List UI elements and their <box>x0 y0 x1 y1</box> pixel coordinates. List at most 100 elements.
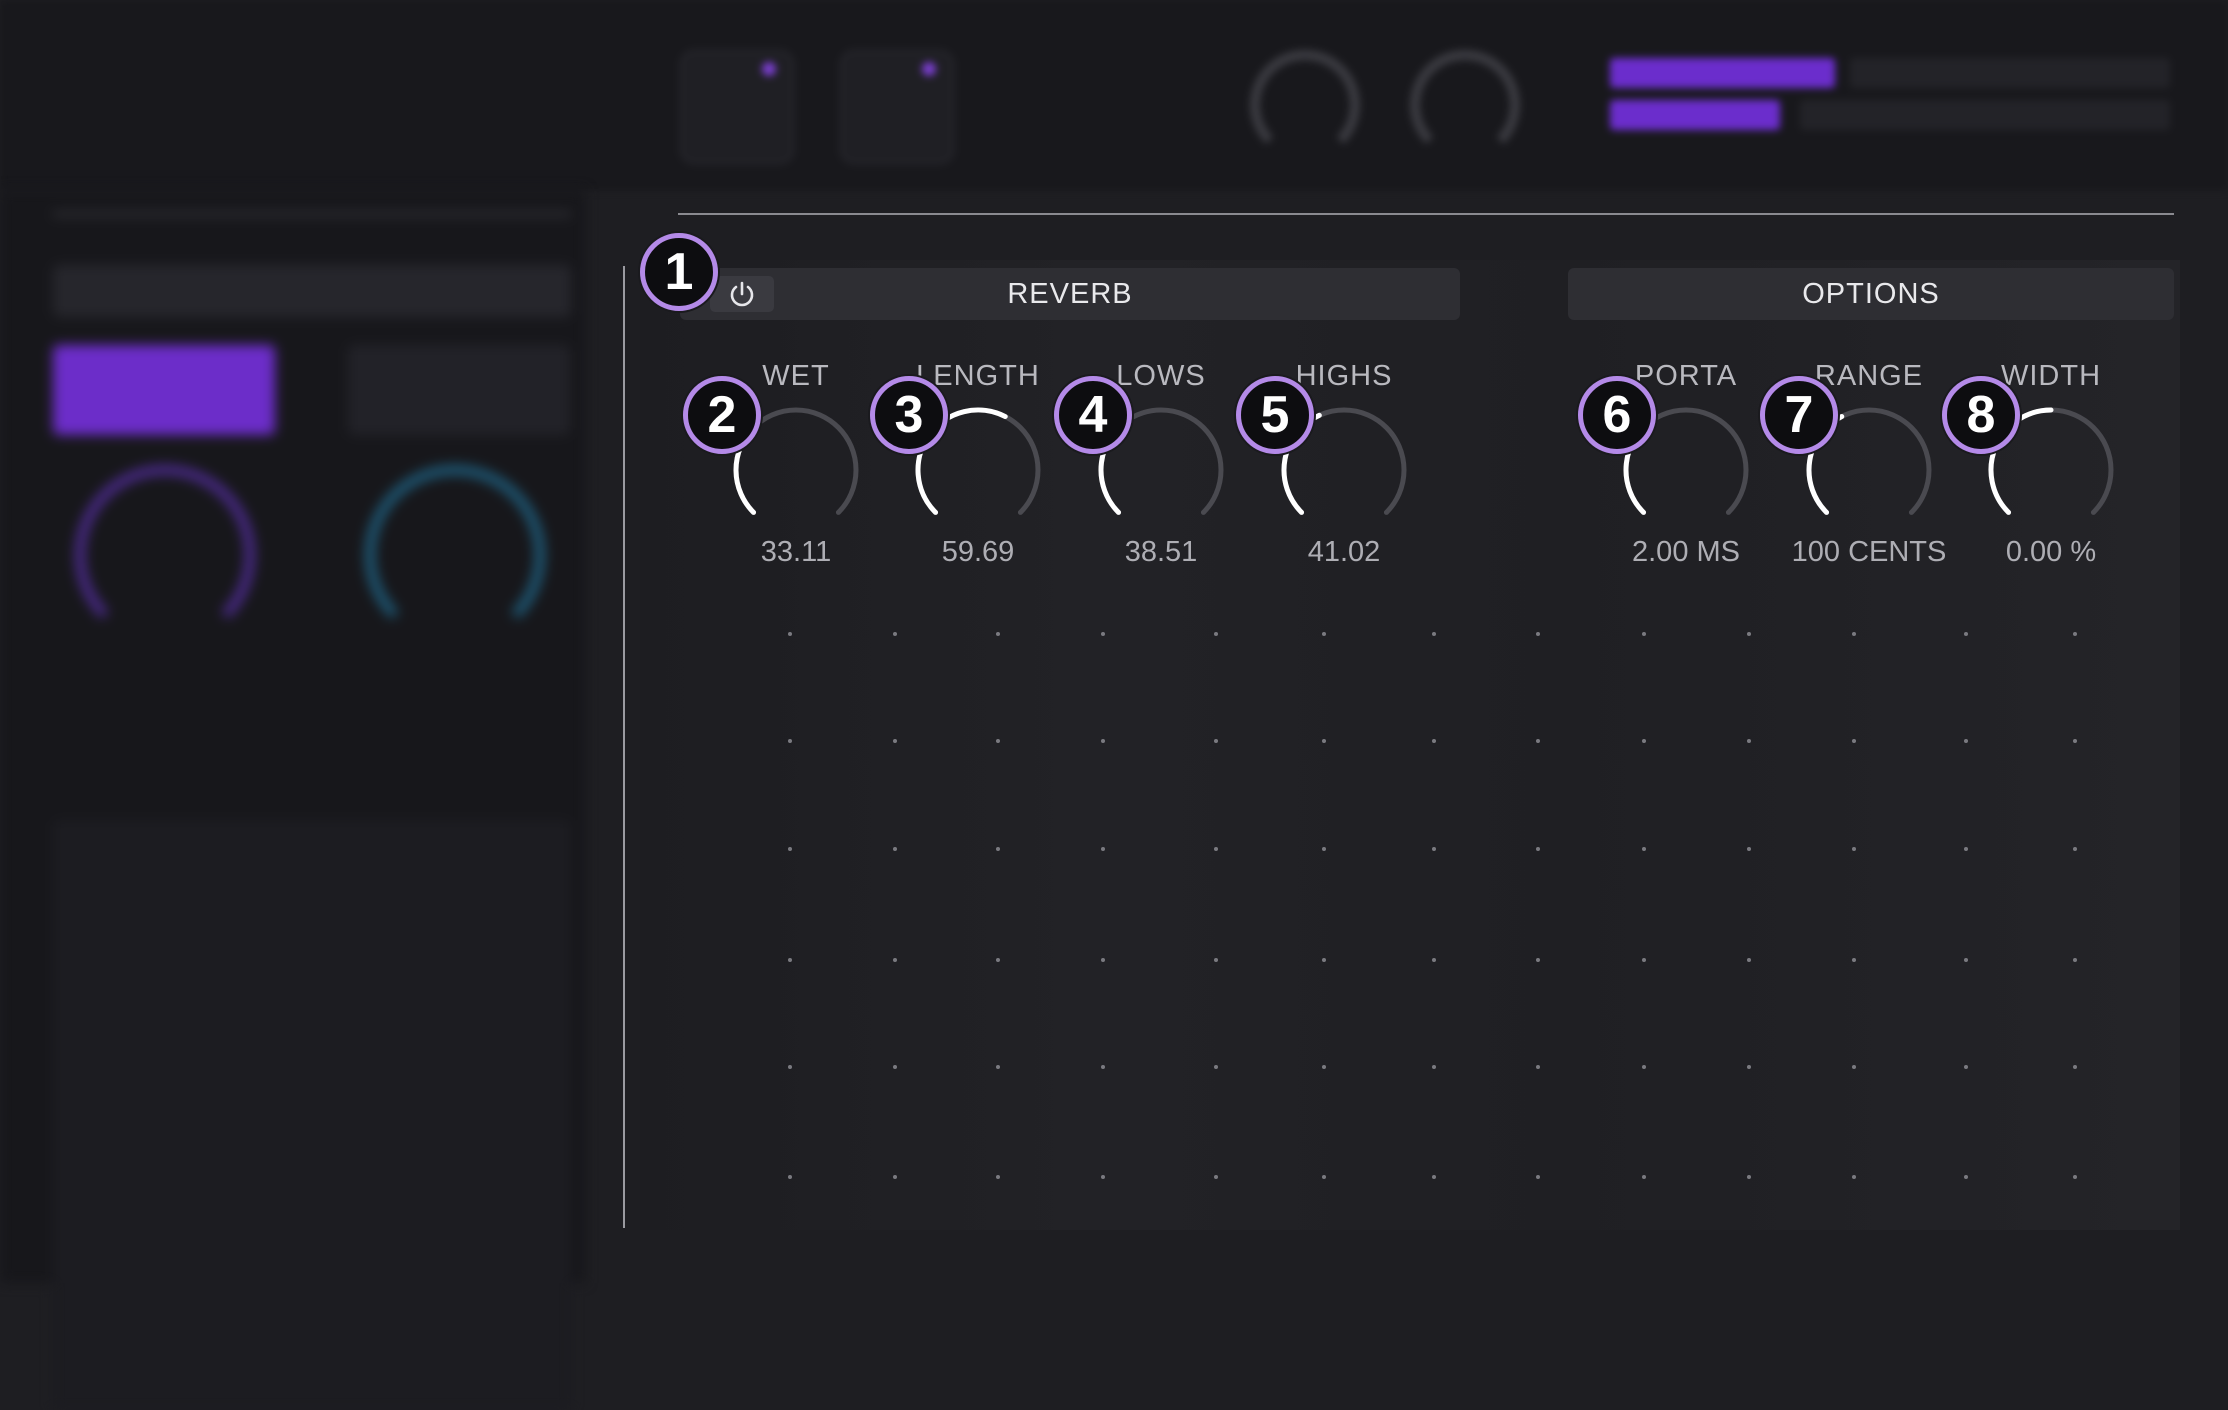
badge-1: 1 <box>640 233 718 311</box>
badge-4: 4 <box>1054 376 1132 454</box>
grid-dot <box>893 958 897 962</box>
badge-6: 6 <box>1578 376 1656 454</box>
top-meter-1 <box>1610 58 1835 88</box>
grid-dot <box>996 847 1000 851</box>
grid-dot <box>1642 847 1646 851</box>
grid-dot <box>1964 739 1968 743</box>
badge-7: 7 <box>1760 376 1838 454</box>
grid-dot <box>1322 847 1326 851</box>
grid-dot <box>1432 1065 1436 1069</box>
grid-dot <box>893 1175 897 1179</box>
reverb-power-button[interactable] <box>710 276 774 312</box>
grid-dot <box>1964 958 1968 962</box>
power-icon <box>730 281 754 307</box>
grid-dot <box>893 739 897 743</box>
top-power-icon[interactable] <box>680 50 794 164</box>
grid-dot <box>788 1065 792 1069</box>
grid-dot <box>1432 739 1436 743</box>
badge-5: 5 <box>1236 376 1314 454</box>
grid-dot <box>1964 1065 1968 1069</box>
grid-dot <box>1101 1065 1105 1069</box>
length-value: 59.69 <box>941 536 1015 568</box>
grid-dot <box>996 1065 1000 1069</box>
grid-dot <box>996 739 1000 743</box>
grid-dot <box>1101 632 1105 636</box>
grid-dot <box>1101 958 1105 962</box>
grid-dot <box>1101 739 1105 743</box>
top-knob-2[interactable] <box>1410 50 1520 160</box>
grid-dot <box>893 847 897 851</box>
grid-dot <box>2073 739 2077 743</box>
grid-dot <box>1214 847 1218 851</box>
left-knob-purple[interactable] <box>75 465 255 645</box>
grid-dot <box>788 739 792 743</box>
grid-dot <box>1536 739 1540 743</box>
top-meter-2 <box>1610 100 1780 130</box>
grid-dot <box>1964 632 1968 636</box>
left-knob-cyan[interactable] <box>365 465 545 645</box>
options-header: OPTIONS <box>1568 268 2174 320</box>
badge-8: 8 <box>1942 376 2020 454</box>
grid-dot <box>1852 1065 1856 1069</box>
grid-dot <box>996 632 1000 636</box>
grid-dot <box>1852 847 1856 851</box>
grid-dot <box>996 958 1000 962</box>
lows-value: 38.51 <box>1124 536 1198 568</box>
left-panel <box>0 190 585 1410</box>
highs-value: 41.02 <box>1307 536 1381 568</box>
grid-dot <box>1536 847 1540 851</box>
grid-dot <box>2073 1065 2077 1069</box>
grid-dot <box>2073 1175 2077 1179</box>
grid-dot <box>996 1175 1000 1179</box>
grid-dot <box>1747 958 1751 962</box>
top-settings-icon[interactable] <box>840 50 954 164</box>
grid-dot <box>1642 1175 1646 1179</box>
grid-dot <box>1642 632 1646 636</box>
range-value: 100 CENTS <box>1791 536 1947 568</box>
grid-dot <box>1536 958 1540 962</box>
grid-dot <box>1852 1175 1856 1179</box>
grid-dot <box>1101 1175 1105 1179</box>
grid-dot <box>1747 1065 1751 1069</box>
grid-dot <box>1852 632 1856 636</box>
grid-dot <box>1432 632 1436 636</box>
grid-dot <box>1642 739 1646 743</box>
grid-dot <box>1322 632 1326 636</box>
main-left-divider <box>623 266 625 1228</box>
grid-dot <box>2073 632 2077 636</box>
badge-2: 2 <box>683 376 761 454</box>
grid-dot <box>788 632 792 636</box>
grid-dot <box>1964 1175 1968 1179</box>
grid-dot <box>1747 847 1751 851</box>
grid-dot <box>1536 1065 1540 1069</box>
grid-dot <box>1322 1175 1326 1179</box>
grid-dot <box>788 958 792 962</box>
grid-dot <box>893 632 897 636</box>
grid-dot <box>1747 739 1751 743</box>
grid-dot <box>1214 739 1218 743</box>
grid-dot <box>2073 958 2077 962</box>
grid-dot <box>788 1175 792 1179</box>
wet-value: 33.11 <box>760 536 832 568</box>
mode-button-2[interactable] <box>348 345 570 435</box>
grid-dot <box>1642 958 1646 962</box>
main-divider <box>678 213 2174 215</box>
grid-dot <box>2073 847 2077 851</box>
grid-dot <box>1214 958 1218 962</box>
width-value: 0.00 % <box>2005 536 2097 568</box>
grid-dot <box>1101 847 1105 851</box>
grid-dot <box>893 1065 897 1069</box>
grid-dot <box>1322 739 1326 743</box>
grid-dot <box>1432 847 1436 851</box>
grid-dot <box>1747 632 1751 636</box>
grid-dot <box>788 847 792 851</box>
grid-dot <box>1747 1175 1751 1179</box>
top-knob-1[interactable] <box>1250 50 1360 160</box>
grid-dot <box>1536 1175 1540 1179</box>
reverb-header: REVERB <box>680 268 1460 320</box>
grid-dot <box>1214 1065 1218 1069</box>
grid-dot <box>1322 1065 1326 1069</box>
grid-dot <box>1214 632 1218 636</box>
filter-area <box>53 820 571 1410</box>
mode-button-1[interactable] <box>53 345 275 435</box>
